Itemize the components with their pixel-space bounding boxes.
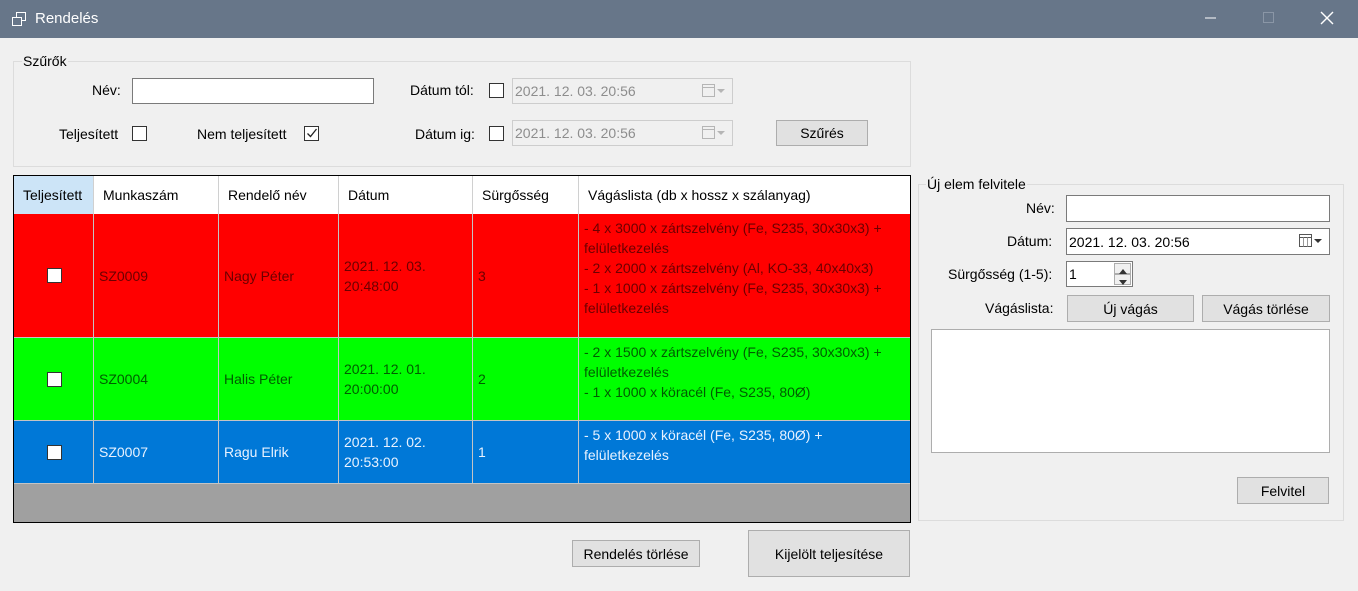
close-button[interactable]	[1298, 0, 1356, 38]
row-date: 2021. 12. 02. 20:53:00	[339, 421, 473, 484]
row-cut-list: - 2 x 1500 x zártszelvény (Fe, S235, 30x…	[579, 338, 910, 421]
table-row[interactable]: SZ0004 Halis Péter 2021. 12. 01. 20:00:0…	[14, 338, 910, 421]
row-completed-checkbox[interactable]	[47, 268, 62, 283]
calendar-dropdown-icon[interactable]	[1299, 234, 1323, 251]
filter-date-from-value: 2021. 12. 03. 20:56	[515, 83, 636, 99]
row-urgency: 2	[473, 338, 579, 421]
table-row[interactable]: SZ0007 Ragu Elrik 2021. 12. 02. 20:53:00…	[14, 421, 910, 484]
cut-list-box[interactable]	[931, 329, 1330, 453]
orders-grid[interactable]: Teljesített Munkaszám Rendelő név Dátum …	[13, 175, 911, 523]
filter-date-from-checkbox[interactable]	[489, 83, 504, 98]
new-cut-button[interactable]: Új vágás	[1067, 295, 1194, 322]
filters-group-label: Szűrők	[22, 53, 68, 69]
row-completed-cell[interactable]	[14, 421, 94, 484]
column-header-completed[interactable]: Teljesített	[14, 176, 94, 214]
new-item-date-label: Dátum:	[1007, 233, 1053, 249]
row-cut-list: - 4 x 3000 x zártszelvény (Fe, S235, 30x…	[579, 214, 910, 338]
column-header-date[interactable]: Dátum	[339, 176, 473, 214]
close-icon	[1320, 11, 1334, 28]
row-urgency: 1	[473, 421, 579, 484]
row-completed-checkbox[interactable]	[47, 444, 62, 460]
window-app-icon	[11, 11, 27, 27]
table-row[interactable]: SZ0009 Nagy Péter 2021. 12. 03. 20:48:00…	[14, 214, 910, 338]
grid-header: Teljesített Munkaszám Rendelő név Dátum …	[14, 176, 910, 214]
row-completed-checkbox[interactable]	[47, 371, 62, 387]
filter-date-to-picker[interactable]: 2021. 12. 03. 20:56	[512, 120, 733, 146]
filter-name-label: Név:	[92, 82, 121, 98]
row-work-number: SZ0004	[94, 338, 219, 421]
filter-completed-label: Teljesített	[59, 126, 119, 142]
new-item-date-picker[interactable]: 2021. 12. 03. 20:56	[1066, 228, 1330, 255]
filter-completed-checkbox[interactable]	[132, 126, 147, 141]
calendar-dropdown-icon	[702, 84, 726, 101]
delete-cut-button[interactable]: Vágás törlése	[1202, 295, 1330, 322]
checkmark-icon	[306, 126, 318, 142]
filter-name-input[interactable]	[132, 78, 374, 104]
window-title: Rendelés	[35, 10, 99, 27]
new-item-urgency-label: Sürgősség (1-5):	[948, 266, 1053, 282]
row-work-number: SZ0007	[94, 421, 219, 484]
column-header-customer[interactable]: Rendelő név	[219, 176, 339, 214]
filter-date-to-value: 2021. 12. 03. 20:56	[515, 125, 636, 141]
title-bar: Rendelés	[0, 0, 1358, 38]
row-customer: Nagy Péter	[219, 214, 339, 338]
new-item-date-value: 2021. 12. 03. 20:56	[1069, 234, 1190, 250]
urgency-stepper[interactable]: 1	[1066, 261, 1133, 287]
row-urgency: 3	[473, 214, 579, 338]
complete-selected-button[interactable]: Kijelölt teljesítése	[748, 530, 910, 577]
filter-date-from-picker[interactable]: 2021. 12. 03. 20:56	[512, 78, 733, 104]
filter-date-to-label: Dátum ig:	[415, 126, 475, 142]
row-completed-cell[interactable]	[14, 338, 94, 421]
add-item-button[interactable]: Felvitel	[1237, 477, 1329, 504]
row-customer: Halis Péter	[219, 338, 339, 421]
filter-button[interactable]: Szűrés	[776, 120, 868, 146]
filter-date-to-checkbox[interactable]	[489, 126, 504, 141]
maximize-button[interactable]	[1240, 0, 1298, 38]
new-item-name-input[interactable]	[1066, 195, 1330, 222]
column-header-urgency[interactable]: Sürgősség	[473, 176, 579, 214]
filter-not-completed-checkbox[interactable]	[304, 126, 319, 141]
delete-order-button[interactable]: Rendelés törlése	[572, 540, 700, 567]
filters-group	[13, 61, 911, 167]
arrow-down-icon	[1118, 272, 1127, 288]
urgency-value: 1	[1069, 266, 1077, 282]
column-header-work-number[interactable]: Munkaszám	[94, 176, 219, 214]
row-work-number: SZ0009	[94, 214, 219, 338]
minimize-button[interactable]	[1182, 0, 1240, 38]
row-completed-cell[interactable]	[14, 214, 94, 338]
maximize-icon	[1263, 11, 1275, 27]
filter-date-from-label: Dátum tól:	[410, 82, 474, 98]
row-customer: Ragu Elrik	[219, 421, 339, 484]
column-header-cut-list[interactable]: Vágáslista (db x hossz x szálanyag)	[579, 176, 910, 214]
minimize-icon	[1205, 11, 1217, 27]
filter-not-completed-label: Nem teljesített	[197, 126, 287, 142]
calendar-dropdown-icon	[702, 126, 726, 143]
new-item-group-label: Új elem felvitele	[926, 176, 1027, 192]
row-date: 2021. 12. 01. 20:00:00	[339, 338, 473, 421]
row-date: 2021. 12. 03. 20:48:00	[339, 214, 473, 338]
row-cut-list: - 5 x 1000 x köracél (Fe, S235, 80Ø) + f…	[579, 421, 910, 484]
new-item-name-label: Név:	[1026, 200, 1055, 216]
stepper-down-button[interactable]	[1114, 274, 1131, 285]
new-item-cut-list-label: Vágáslista:	[985, 300, 1054, 316]
